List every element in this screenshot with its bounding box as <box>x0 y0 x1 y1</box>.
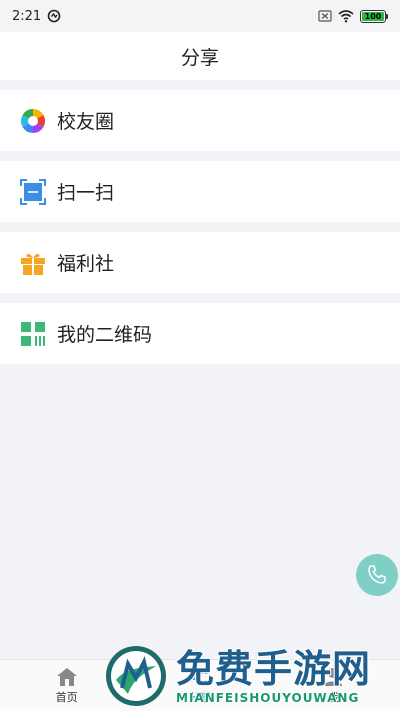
menu-item-label: 校友圈 <box>57 111 115 133</box>
menu-item-welfare[interactable]: 福利社 <box>0 232 400 293</box>
menu-item-alumni-circle[interactable]: 校友圈 <box>0 90 400 151</box>
home-icon <box>56 667 77 686</box>
menu-list: 校友圈 扫一扫 福利社 我的二维码 <box>0 80 400 364</box>
status-time: 2:21 <box>12 8 42 24</box>
qrcode-icon <box>20 321 46 347</box>
page-title: 分享 <box>180 46 219 69</box>
battery-level: 100 <box>364 11 382 21</box>
gift-icon <box>20 250 46 276</box>
watermark-subtitle: MIANFEISHOUYOUWANG <box>176 690 360 705</box>
wifi-icon <box>338 10 354 23</box>
sim-off-icon <box>318 10 332 22</box>
scan-icon <box>20 178 46 205</box>
battery-body: 100 <box>360 9 386 23</box>
watermark: 免费手游网 MIANFEISHOUYOUWANG <box>104 640 396 711</box>
menu-item-label: 扫一扫 <box>57 182 115 204</box>
sync-icon <box>47 9 61 23</box>
tab-label: 首页 <box>55 690 78 704</box>
status-bar: 2:21 100 <box>0 0 400 32</box>
menu-item-label: 福利社 <box>57 253 115 275</box>
aperture-icon <box>20 108 46 134</box>
menu-item-label: 我的二维码 <box>57 324 153 346</box>
nav-bar: 分享 <box>0 32 400 80</box>
watermark-title: 免费手游网 <box>176 646 372 691</box>
status-right: 100 <box>318 9 388 23</box>
status-left: 2:21 <box>12 9 61 24</box>
menu-item-scan[interactable]: 扫一扫 <box>0 161 400 222</box>
watermark-logo-icon <box>106 645 166 706</box>
phone-call-button[interactable] <box>356 554 398 596</box>
phone-icon <box>368 565 386 584</box>
menu-item-my-qrcode[interactable]: 我的二维码 <box>0 303 400 364</box>
battery-tip <box>386 13 388 19</box>
battery-icon: 100 <box>360 9 388 23</box>
watermark-text: 免费手游网 MIANFEISHOUYOUWANG <box>176 647 371 705</box>
